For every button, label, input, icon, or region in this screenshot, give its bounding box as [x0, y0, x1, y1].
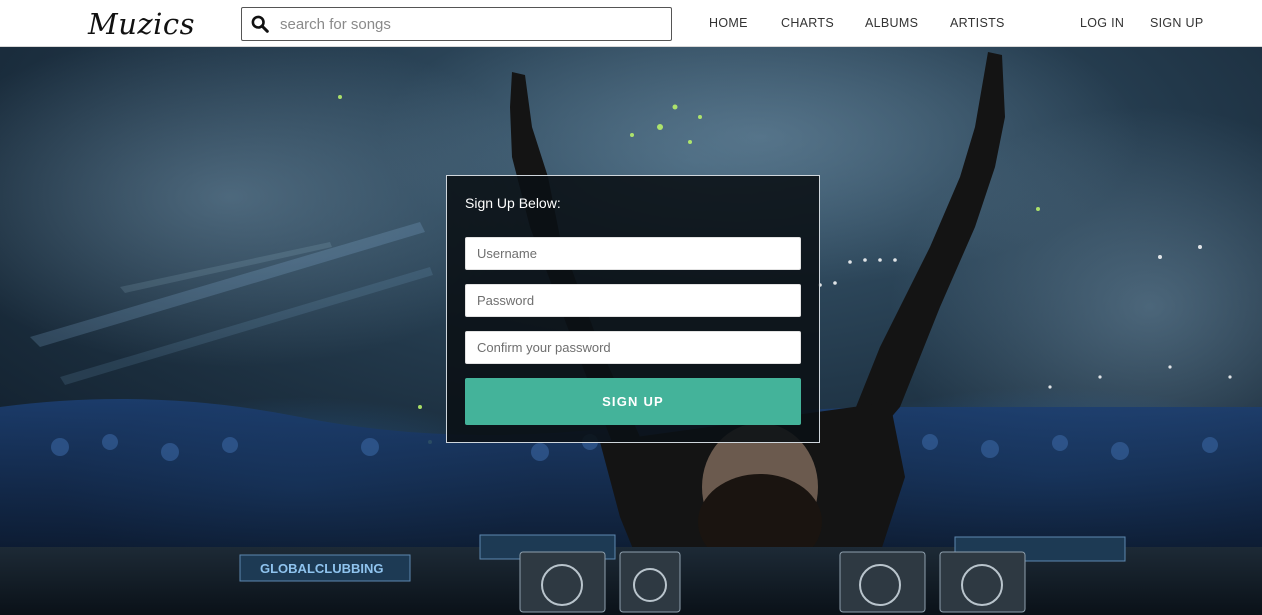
nav-login[interactable]: LOG IN [1080, 0, 1124, 47]
search-bar[interactable] [241, 7, 672, 41]
signup-submit-button[interactable]: SIGN UP [465, 378, 801, 425]
nav-charts[interactable]: CHARTS [781, 0, 834, 47]
top-navbar: Muzics HOME CHARTS ALBUMS ARTISTS LOG IN… [0, 0, 1262, 47]
signup-panel: Sign Up Below: SIGN UP [446, 175, 820, 443]
confirm-password-field[interactable] [465, 331, 801, 364]
search-icon[interactable] [251, 15, 269, 33]
password-field[interactable] [465, 284, 801, 317]
search-input[interactable] [280, 9, 660, 39]
nav-home[interactable]: HOME [709, 0, 748, 47]
nav-signup[interactable]: SIGN UP [1150, 0, 1204, 47]
signup-panel-title: Sign Up Below: [465, 195, 561, 211]
nav-albums[interactable]: ALBUMS [865, 0, 918, 47]
nav-artists[interactable]: ARTISTS [950, 0, 1005, 47]
site-logo[interactable]: Muzics [88, 6, 195, 42]
banner-text: GLOBALCLUBBING [260, 561, 384, 576]
username-field[interactable] [465, 237, 801, 270]
